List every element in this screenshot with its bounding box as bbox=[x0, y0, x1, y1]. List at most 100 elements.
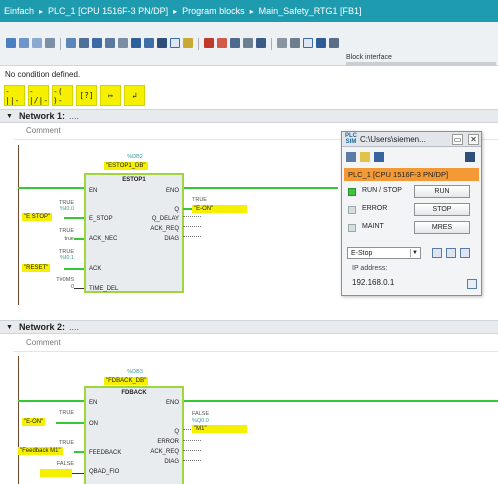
block-interface-splitter[interactable] bbox=[346, 62, 496, 66]
n1-instance-db[interactable]: "ESTOP1_DB" bbox=[104, 162, 148, 170]
network-2-comment[interactable]: Comment bbox=[26, 338, 61, 347]
compare-icon[interactable] bbox=[170, 38, 180, 48]
chevron-down-icon[interactable]: ▼ bbox=[410, 249, 419, 257]
settings-icon[interactable] bbox=[329, 38, 339, 48]
n1-estop-operand[interactable]: "E STOP" bbox=[22, 213, 53, 221]
n1-timedel-operand[interactable]: 0 bbox=[40, 284, 74, 291]
run-button[interactable]: RUN bbox=[414, 185, 470, 198]
pin-icon[interactable] bbox=[346, 152, 356, 162]
network-2-title-placeholder[interactable]: .... bbox=[69, 322, 79, 332]
network-1-en-wire bbox=[18, 187, 84, 189]
breadcrumb-item-project[interactable]: Einfach bbox=[4, 6, 34, 16]
minimize-icon[interactable]: ▭ bbox=[452, 133, 463, 145]
stop-button[interactable]: STOP bbox=[414, 203, 470, 216]
network-1-title-placeholder[interactable]: .... bbox=[69, 111, 79, 121]
toolbar-separator bbox=[198, 38, 199, 50]
breadcrumb-item-program-blocks[interactable]: Program blocks bbox=[182, 6, 245, 16]
call-hierarchy-icon[interactable] bbox=[290, 38, 300, 48]
breadcrumb-item-block[interactable]: Main_Safety_RTG1 [FB1] bbox=[259, 6, 362, 16]
monitoring-toggle-icon[interactable] bbox=[303, 38, 313, 48]
maint-led bbox=[348, 224, 356, 232]
plcsim-cpu-name: PLC_1 [CPU 1516F-3 PN/DP] bbox=[344, 168, 479, 181]
open-branch-button[interactable]: ↦ bbox=[100, 85, 121, 106]
plcsim-mode-select[interactable]: E-Stop ▼ bbox=[347, 247, 421, 259]
ip-address-label: IP address: bbox=[352, 265, 388, 272]
plcsim-title: C:\Users\siemen... bbox=[360, 134, 426, 144]
n1-qdelay-wire bbox=[183, 216, 201, 217]
estop1-function-block[interactable]: ESTOP1 EN E_STOP ACK_NEC ACK TIME_DEL EN… bbox=[84, 173, 184, 293]
close-icon[interactable]: ✕ bbox=[468, 133, 479, 145]
fdback-function-block[interactable]: FDBACK EN ON FEEDBACK QBAD_FIO ENO Q ERR… bbox=[84, 386, 184, 484]
run-stop-led bbox=[348, 188, 356, 196]
n2-instance-db[interactable]: "FDBACK_DB" bbox=[104, 377, 149, 385]
delete-network-icon[interactable] bbox=[19, 38, 29, 48]
breadcrumb-separator: ▸ bbox=[249, 6, 254, 16]
monitor-icon[interactable] bbox=[256, 38, 266, 48]
n1-reset-operand[interactable]: "RESET" bbox=[22, 264, 51, 272]
pin-on: ON bbox=[89, 421, 98, 427]
pin-error: ERROR bbox=[157, 439, 179, 445]
n2-qbad-operand[interactable] bbox=[40, 469, 72, 477]
update-icon[interactable] bbox=[183, 38, 193, 48]
step-icon[interactable] bbox=[230, 38, 240, 48]
n1-instance-addr: %DB2 bbox=[127, 154, 143, 160]
network-overview-icon[interactable] bbox=[92, 38, 102, 48]
n1-acknec-value: TRUE bbox=[59, 228, 74, 234]
n2-ackreq-wire bbox=[183, 450, 201, 451]
module-info-icon[interactable] bbox=[316, 38, 326, 48]
n2-error-wire bbox=[183, 440, 201, 441]
coil-button[interactable]: -( )- bbox=[52, 85, 73, 106]
insert-row-icon[interactable] bbox=[32, 38, 42, 48]
nc-contact-button[interactable]: -|/|- bbox=[28, 85, 49, 106]
next-error-icon[interactable] bbox=[144, 38, 154, 48]
n2-feedback-operand[interactable]: "Feedback M1" bbox=[18, 447, 63, 455]
network-1-eno-wire bbox=[183, 187, 338, 189]
grid-view-icon[interactable] bbox=[446, 248, 456, 258]
n1-e-on-operand[interactable]: "E-ON" bbox=[192, 205, 247, 213]
resize-icon[interactable] bbox=[467, 279, 477, 289]
pin-en: EN bbox=[89, 400, 98, 406]
error-led bbox=[348, 206, 356, 214]
network-1-header[interactable]: ▼ Network 1: .... bbox=[0, 109, 498, 123]
plcsim-panel[interactable]: PLC SIM C:\Users\siemen... ▭ ✕ PLC_1 [CPU… bbox=[341, 131, 482, 296]
plcsim-toolbar bbox=[346, 152, 384, 162]
save-icon[interactable] bbox=[374, 152, 384, 162]
network-1-comment[interactable]: Comment bbox=[26, 126, 61, 135]
empty-box-button[interactable]: [?] bbox=[76, 85, 97, 106]
absolute-operand-icon[interactable] bbox=[66, 38, 76, 48]
watch-icon[interactable] bbox=[243, 38, 253, 48]
list-icon[interactable] bbox=[277, 38, 287, 48]
collapse-triangle-icon[interactable]: ▼ bbox=[6, 113, 13, 120]
clear-breakpoints-icon[interactable] bbox=[217, 38, 227, 48]
pin-q-delay: Q_DELAY bbox=[151, 216, 179, 222]
table-view-icon[interactable] bbox=[432, 248, 442, 258]
detail-view-icon[interactable] bbox=[460, 248, 470, 258]
plcsim-logo-icon: PLC SIM bbox=[345, 133, 357, 145]
comment-icon[interactable] bbox=[118, 38, 128, 48]
breakpoint-icon[interactable] bbox=[204, 38, 214, 48]
network-2-power-rail bbox=[18, 356, 19, 484]
switch-view-icon[interactable] bbox=[465, 152, 475, 162]
pin-ack: ACK bbox=[89, 266, 102, 272]
favorites-icon[interactable] bbox=[79, 38, 89, 48]
collapse-triangle-icon[interactable]: ▼ bbox=[6, 324, 13, 331]
network-2-title: Network 2: bbox=[18, 322, 65, 332]
open-all-networks-icon[interactable] bbox=[105, 38, 115, 48]
network-2-header[interactable]: ▼ Network 2: .... bbox=[0, 320, 498, 334]
append-row-icon[interactable] bbox=[45, 38, 55, 48]
insert-network-icon[interactable] bbox=[6, 38, 16, 48]
pin-eno: ENO bbox=[165, 188, 179, 194]
no-contact-button[interactable]: -||- bbox=[4, 85, 25, 106]
mres-button[interactable]: MRES bbox=[414, 221, 470, 234]
plcsim-title-bar[interactable]: PLC SIM C:\Users\siemen... ▭ ✕ bbox=[342, 132, 481, 147]
previous-error-icon[interactable] bbox=[157, 38, 167, 48]
open-project-icon[interactable] bbox=[360, 152, 370, 162]
n2-m1-operand[interactable]: "M1" bbox=[192, 425, 247, 433]
n1-acknec-operand[interactable]: true bbox=[40, 236, 74, 243]
n2-diag-wire bbox=[183, 460, 201, 461]
breadcrumb-item-plc[interactable]: PLC_1 [CPU 1516F-3 PN/DP] bbox=[48, 6, 168, 16]
n2-e-on-operand[interactable]: "E-ON" bbox=[22, 418, 46, 426]
go-to-error-icon[interactable] bbox=[131, 38, 141, 48]
close-branch-button[interactable]: ↲ bbox=[124, 85, 145, 106]
block-interface-label[interactable]: Block interface bbox=[346, 54, 392, 61]
